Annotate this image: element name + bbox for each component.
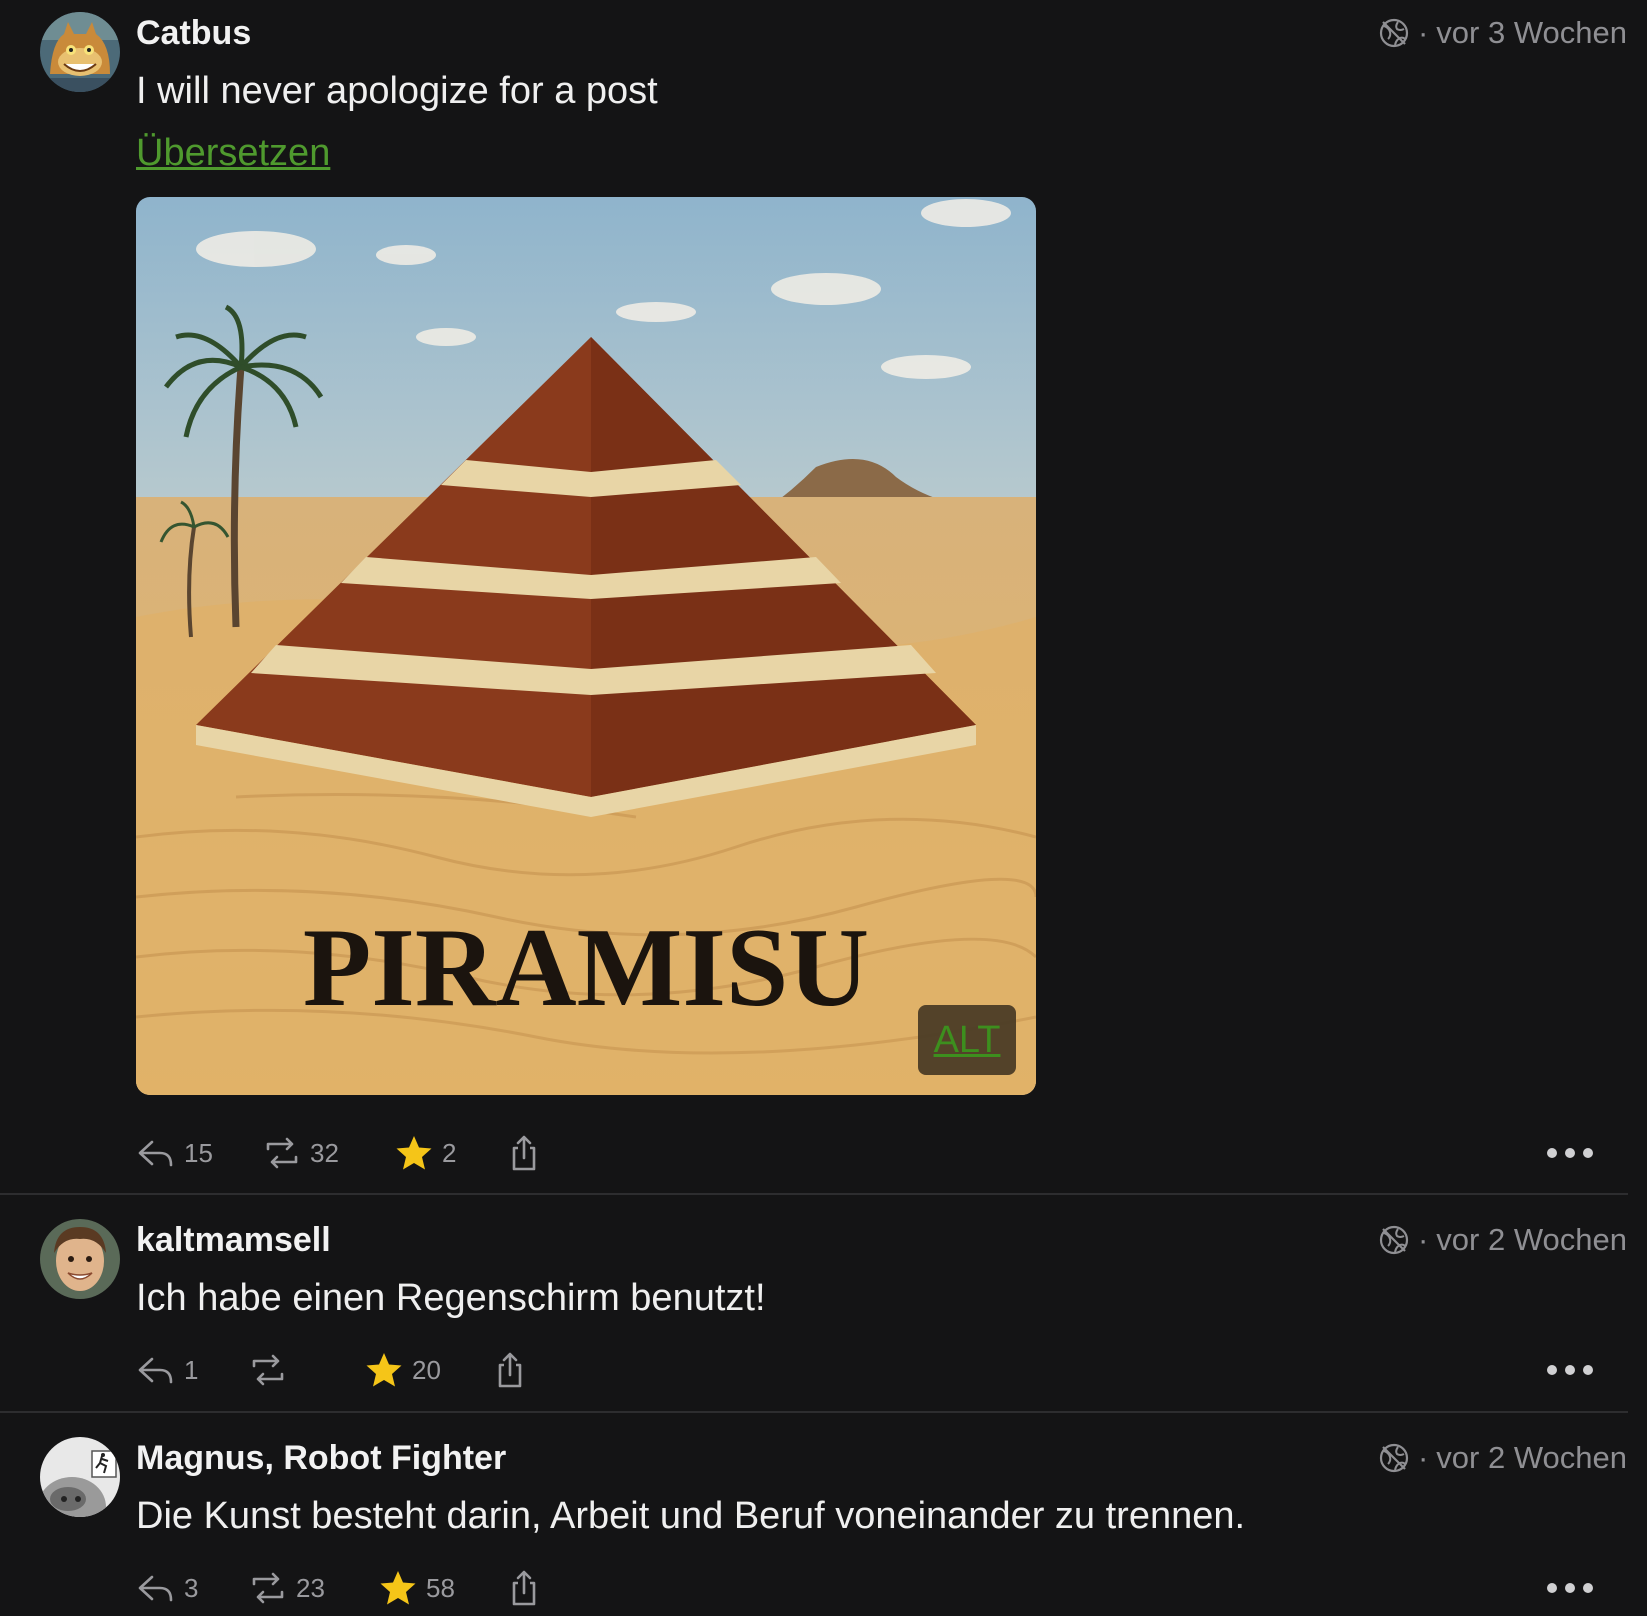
boost-button[interactable] xyxy=(248,1346,296,1394)
boost-icon xyxy=(262,1133,302,1173)
share-icon xyxy=(490,1350,530,1390)
post-meta: · vor 3 Wochen xyxy=(1378,12,1627,54)
share-icon xyxy=(504,1568,544,1608)
meta-separator: · xyxy=(1417,1440,1429,1475)
favourite-button[interactable]: 20 xyxy=(364,1346,441,1394)
pyramid-tiramisu-image: PIRAMISU xyxy=(136,197,1036,1095)
reply-button[interactable]: 15 xyxy=(136,1129,213,1177)
more-options-button[interactable] xyxy=(1547,1564,1593,1612)
boost-button[interactable]: 32 xyxy=(262,1129,339,1177)
status-post: Catbus · vor 3 Wochen I will never apolo… xyxy=(0,0,1647,1195)
post-image[interactable]: PIRAMISU ALT xyxy=(136,197,1036,1095)
favourite-button[interactable]: 2 xyxy=(394,1129,456,1177)
share-button[interactable] xyxy=(490,1346,530,1394)
meta-separator: · xyxy=(1417,15,1429,50)
globe-off-icon xyxy=(1378,1224,1410,1256)
boost-button[interactable]: 23 xyxy=(248,1564,325,1612)
image-caption: PIRAMISU xyxy=(303,906,869,1030)
globe-off-icon xyxy=(1378,17,1410,49)
favourite-count: 58 xyxy=(426,1572,455,1603)
boost-count: 23 xyxy=(296,1572,325,1603)
more-dot-icon xyxy=(1547,1583,1557,1593)
action-bar: 15 32 2 xyxy=(136,1129,1647,1177)
avatar[interactable] xyxy=(40,1437,120,1517)
reply-button[interactable]: 3 xyxy=(136,1564,198,1612)
favourite-count: 20 xyxy=(412,1354,441,1385)
boost-icon xyxy=(248,1568,288,1608)
reply-count: 1 xyxy=(184,1354,199,1385)
more-dot-icon xyxy=(1583,1365,1593,1375)
boost-icon xyxy=(248,1350,288,1390)
status-post: kaltmamsell · vor 2 Wochen Ich habe eine… xyxy=(0,1195,1647,1413)
boost-count: 32 xyxy=(310,1137,339,1168)
share-icon xyxy=(504,1133,544,1173)
reply-icon xyxy=(136,1350,176,1390)
author-name[interactable]: Magnus, Robot Fighter xyxy=(136,1437,506,1479)
translate-link[interactable]: Übersetzen xyxy=(136,130,330,176)
timestamp[interactable]: vor 2 Wochen xyxy=(1436,1222,1627,1258)
star-icon xyxy=(378,1568,418,1608)
share-button[interactable] xyxy=(504,1129,544,1177)
status-post: Magnus, Robot Fighter · vor 2 Wochen Die… xyxy=(0,1413,1647,1616)
post-text: Die Kunst besteht darin, Arbeit und Beru… xyxy=(136,1495,1246,1537)
timestamp[interactable]: vor 3 Wochen xyxy=(1436,15,1627,51)
reply-icon xyxy=(136,1568,176,1608)
more-dot-icon xyxy=(1565,1148,1575,1158)
post-meta: · vor 2 Wochen xyxy=(1378,1219,1627,1261)
globe-off-icon xyxy=(1378,1442,1410,1474)
reply-icon xyxy=(136,1133,176,1173)
avatar[interactable] xyxy=(40,12,120,92)
more-options-button[interactable] xyxy=(1547,1346,1593,1394)
more-options-button[interactable] xyxy=(1547,1129,1593,1177)
post-text: Ich habe einen Regenschirm benutzt! xyxy=(136,1277,766,1319)
more-dot-icon xyxy=(1565,1365,1575,1375)
post-meta: · vor 2 Wochen xyxy=(1378,1437,1627,1479)
favourite-button[interactable]: 58 xyxy=(378,1564,455,1612)
share-button[interactable] xyxy=(504,1564,544,1612)
action-bar: 3 23 58 xyxy=(136,1564,1647,1612)
reply-button[interactable]: 1 xyxy=(136,1346,198,1394)
favourite-count: 2 xyxy=(442,1137,457,1168)
avatar[interactable] xyxy=(40,1219,120,1299)
more-dot-icon xyxy=(1583,1148,1593,1158)
more-dot-icon xyxy=(1547,1365,1557,1375)
action-bar: 1 20 xyxy=(136,1346,1647,1394)
author-name[interactable]: kaltmamsell xyxy=(136,1219,331,1261)
reply-count: 3 xyxy=(184,1572,199,1603)
star-icon xyxy=(394,1133,434,1173)
author-name[interactable]: Catbus xyxy=(136,12,251,54)
timestamp[interactable]: vor 2 Wochen xyxy=(1436,1440,1627,1476)
meta-separator: · xyxy=(1417,1222,1429,1257)
reply-count: 15 xyxy=(184,1137,213,1168)
more-dot-icon xyxy=(1583,1583,1593,1593)
star-icon xyxy=(364,1350,404,1390)
alt-badge[interactable]: ALT xyxy=(918,1005,1016,1075)
more-dot-icon xyxy=(1547,1148,1557,1158)
more-dot-icon xyxy=(1565,1583,1575,1593)
post-text: I will never apologize for a post xyxy=(136,70,658,112)
